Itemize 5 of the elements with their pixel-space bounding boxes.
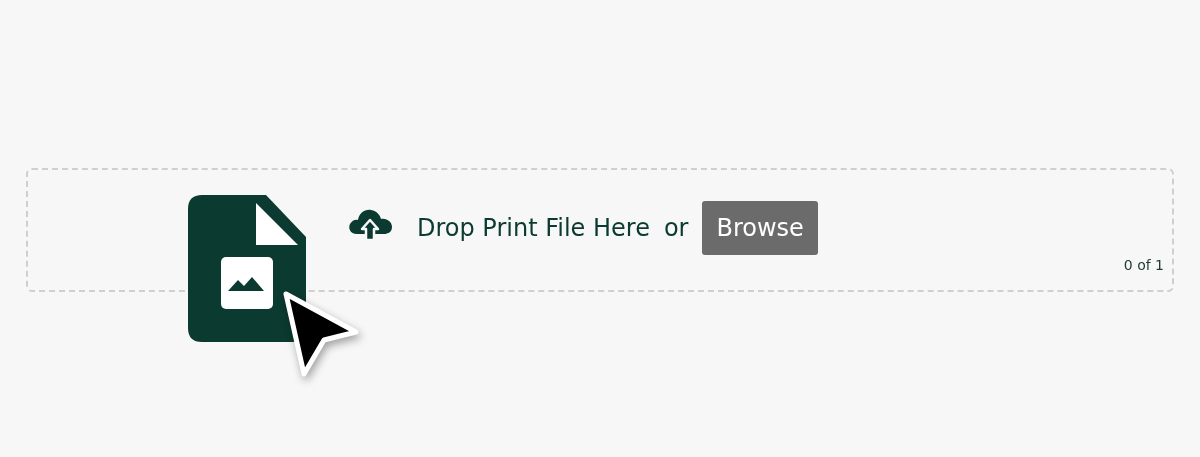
browse-button[interactable]: Browse	[702, 201, 818, 255]
drop-prompt: Drop Print File Here	[417, 214, 650, 242]
file-counter: 0 of 1	[1123, 257, 1164, 273]
or-label: or	[663, 214, 689, 242]
image-file-icon	[188, 195, 306, 342]
